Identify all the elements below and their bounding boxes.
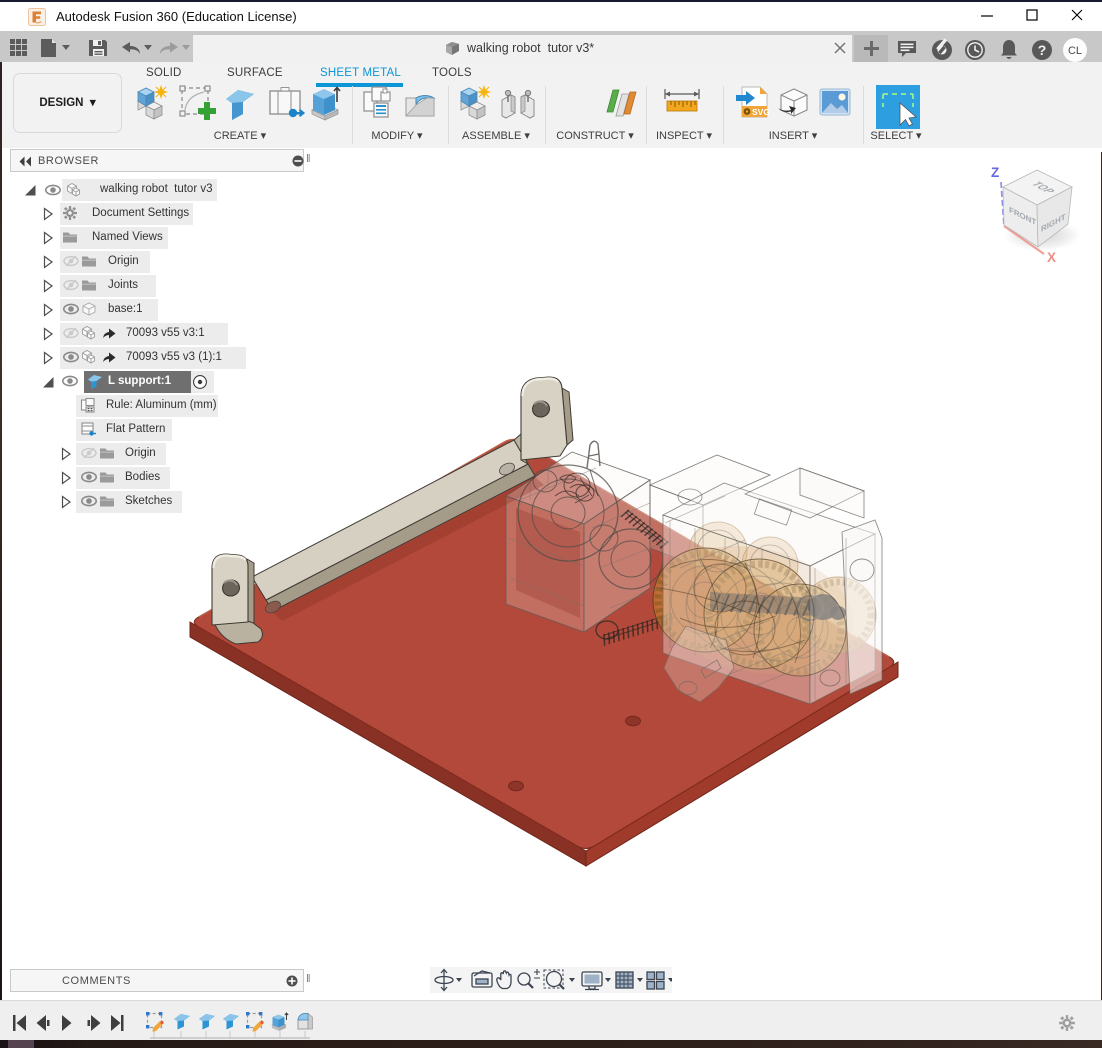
svg-text:X: X xyxy=(1047,250,1056,265)
svg-text:Z: Z xyxy=(991,165,999,180)
svg-text:CL: CL xyxy=(1068,45,1082,57)
svg-text:?: ? xyxy=(1038,42,1047,58)
svg-text:SVG: SVG xyxy=(752,107,770,117)
